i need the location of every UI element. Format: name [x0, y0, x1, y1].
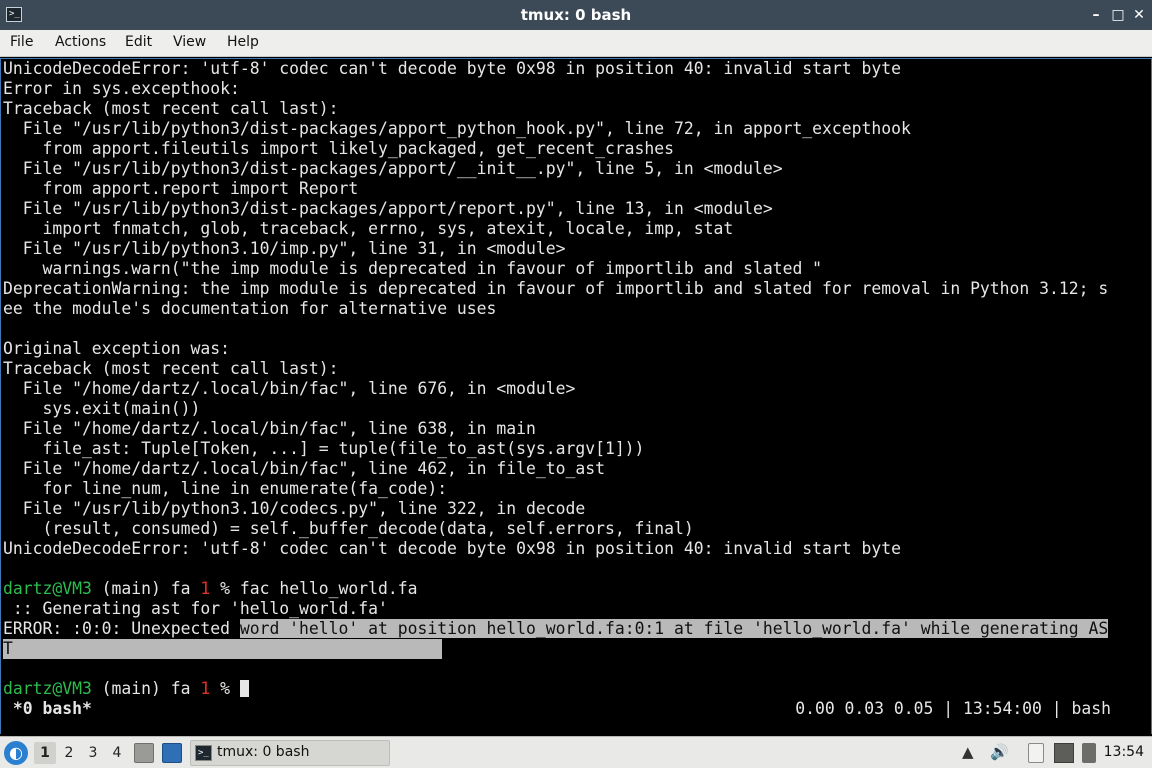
close-button[interactable]: ✕ [1129, 5, 1149, 25]
prompt-line: dartz@VM3 (main) fa 1 % fac hello_world.… [3, 579, 417, 599]
clipboard-icon[interactable] [1028, 743, 1044, 763]
terminal-task-icon: >_ [195, 745, 212, 761]
terminal-line: ee the module's documentation for altern… [3, 299, 497, 318]
terminal-line: File "/home/dartz/.local/bin/fac", line … [3, 379, 576, 398]
minimize-button[interactable]: – [1086, 5, 1106, 25]
active-prompt-line[interactable]: dartz@VM3 (main) fa 1 % [3, 679, 249, 699]
terminal-line: File "/usr/lib/python3.10/imp.py", line … [3, 239, 566, 258]
prompt-context: (main) fa [91, 679, 201, 698]
terminal-line: UnicodeDecodeError: 'utf-8' codec can't … [3, 539, 901, 558]
terminal-line: Error in sys.excepthook: [3, 79, 240, 98]
error-line[interactable]: ERROR: :0:0: Unexpected word 'hello' at … [3, 619, 1109, 639]
prompt-command: fac hello_world.fa [239, 579, 418, 598]
window-titlebar[interactable]: >_ tmux: 0 bash – □ ✕ [0, 0, 1152, 30]
output-line: :: Generating ast for 'hello_world.fa' [3, 599, 388, 618]
terminal-line: Traceback (most recent call last): [3, 99, 339, 118]
terminal-line: for line_num, line in enumerate(fa_code)… [3, 479, 448, 498]
prompt-symbol: % [210, 579, 240, 598]
file-manager-icon[interactable] [134, 743, 154, 763]
window-title: tmux: 0 bash [520, 6, 632, 24]
network-icon[interactable] [1054, 743, 1074, 763]
terminal-line: warnings.warn("the imp module is depreca… [3, 259, 823, 278]
terminal-line: File "/home/dartz/.local/bin/fac", line … [3, 419, 536, 438]
menu-view[interactable]: View [173, 34, 206, 50]
workspace-1[interactable]: 1 [34, 742, 56, 764]
prompt-context: (main) fa [91, 579, 201, 598]
terminal-line: File "/home/dartz/.local/bin/fac", line … [3, 459, 605, 478]
menu-actions[interactable]: Actions [55, 34, 106, 50]
start-menu-icon[interactable]: ◐ [4, 741, 28, 765]
selected-text[interactable]: word 'hello' at position hello_world.fa:… [239, 619, 1109, 638]
prompt-user-host: dartz@VM3 [3, 679, 92, 698]
terminal-line: UnicodeDecodeError: 'utf-8' codec can't … [3, 59, 901, 78]
maximize-button[interactable]: □ [1108, 5, 1128, 25]
terminal-line: Original exception was: [3, 339, 230, 358]
workspace-2[interactable]: 2 [58, 742, 80, 764]
tmux-status-right: 0.00 0.03 0.05 | 13:54:00 | bash [795, 699, 1111, 718]
terminal-line: DeprecationWarning: the imp module is de… [3, 279, 1109, 298]
workspace-4[interactable]: 4 [106, 742, 128, 764]
terminal-area[interactable]: UnicodeDecodeError: 'utf-8' codec can't … [0, 58, 1152, 734]
bluetooth-icon[interactable] [1082, 743, 1096, 763]
eject-icon[interactable]: ▲ [962, 743, 974, 763]
terminal-line: File "/usr/lib/python3/dist-packages/app… [3, 119, 911, 138]
terminal-line: file_ast: Tuple[Token, ...] = tuple(file… [3, 439, 645, 458]
terminal-line: (result, consumed) = self._buffer_decode… [3, 519, 694, 538]
selected-text-wrap[interactable]: T [3, 639, 442, 659]
error-prefix: ERROR: :0:0: Unexpected [3, 619, 240, 638]
menu-help[interactable]: Help [227, 34, 259, 50]
volume-icon[interactable]: 🔊 [990, 743, 1009, 763]
prompt-exit-status: 1 [200, 579, 211, 598]
terminal-line: Traceback (most recent call last): [3, 359, 339, 378]
prompt-symbol: % [210, 679, 240, 698]
taskbar: ◐ 1 2 3 4 >_ tmux: 0 bash ▲ 🔊 13:54 [0, 736, 1152, 768]
menu-file[interactable]: File [10, 34, 33, 50]
task-label: tmux: 0 bash [217, 744, 310, 760]
prompt-exit-status: 1 [200, 679, 211, 698]
text-cursor [239, 680, 249, 697]
prompt-user-host: dartz@VM3 [3, 579, 92, 598]
menu-bar: File Actions Edit View Help [0, 30, 1152, 57]
error-wrap-line[interactable]: T [3, 639, 442, 659]
terminal-line: File "/usr/lib/python3/dist-packages/app… [3, 199, 773, 218]
clock: 13:54 [1103, 744, 1144, 760]
workspace-3[interactable]: 3 [82, 742, 104, 764]
terminal-line: import fnmatch, glob, traceback, errno, … [3, 219, 734, 238]
terminal-line: File "/usr/lib/python3/dist-packages/app… [3, 159, 783, 178]
terminal-line: from apport.report import Report [3, 179, 359, 198]
show-desktop-icon[interactable] [162, 743, 182, 763]
terminal-line: sys.exit(main()) [3, 399, 201, 418]
terminal-line: File "/usr/lib/python3.10/codecs.py", li… [3, 499, 586, 518]
taskbar-task-tmux[interactable]: >_ tmux: 0 bash [190, 740, 390, 766]
menu-edit[interactable]: Edit [125, 34, 152, 50]
tmux-window-status[interactable]: *0 bash* [3, 699, 92, 719]
terminal-line: from apport.fileutils import likely_pack… [3, 139, 675, 158]
